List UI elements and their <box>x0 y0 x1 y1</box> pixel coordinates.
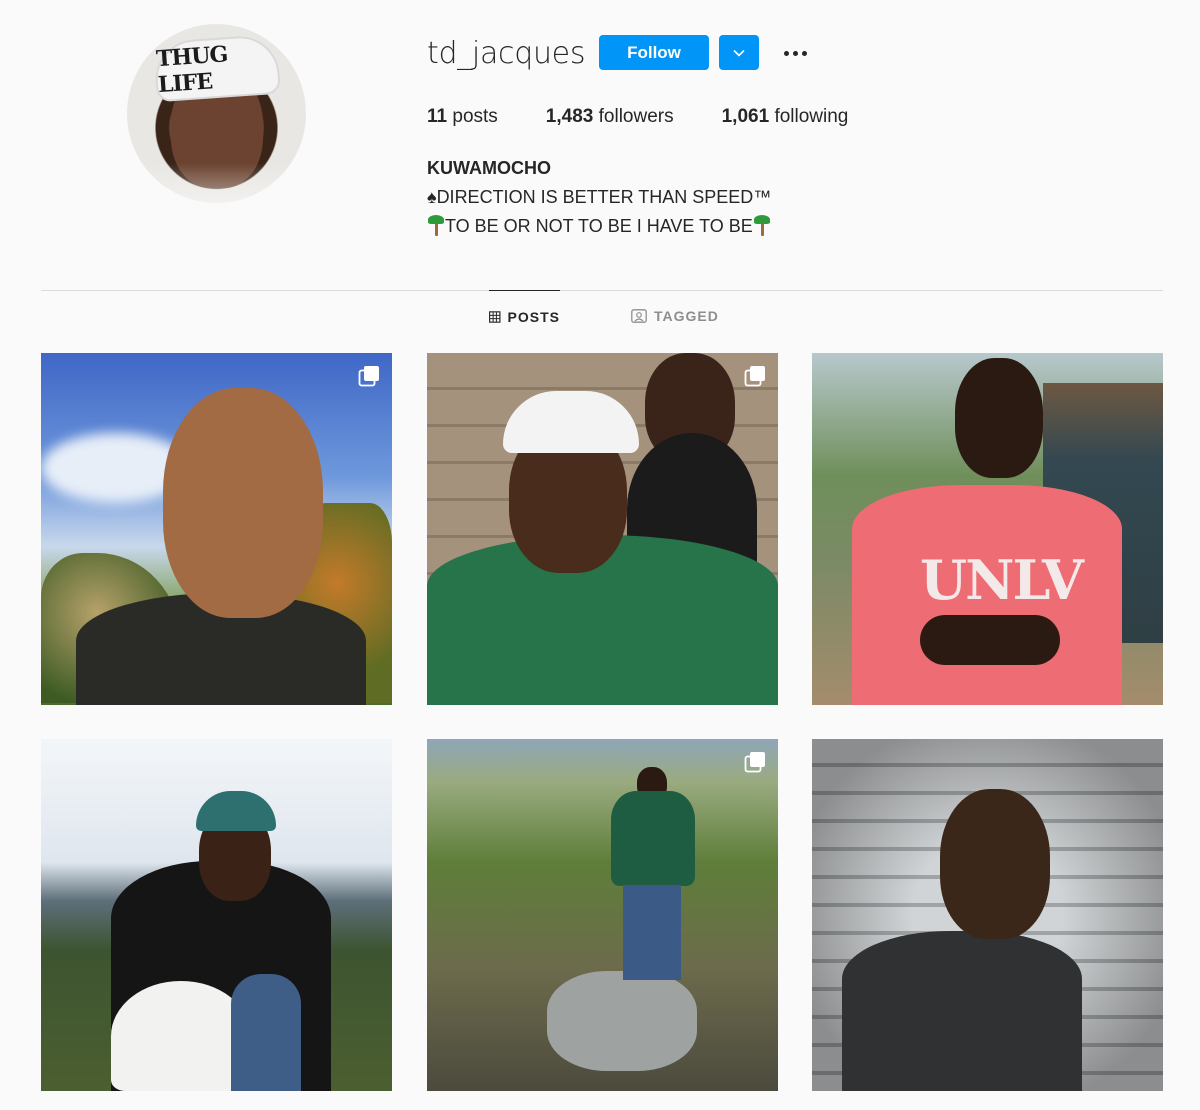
tab-tagged[interactable]: TAGGED <box>631 290 721 342</box>
post-shirt-text: UNLV <box>920 548 1084 612</box>
dot-icon <box>783 50 789 56</box>
follow-button[interactable]: Follow <box>599 35 709 70</box>
followers-link[interactable]: 1,483 followers <box>546 106 674 128</box>
post-thumbnail[interactable] <box>41 739 392 1091</box>
bio-line-1: ♠DIRECTION IS BETTER THAN SPEED™ <box>427 187 772 207</box>
multiple-photos-icon <box>744 366 765 387</box>
dot-icon <box>801 50 807 56</box>
avatar-cap-text: THUG LIFE <box>155 41 229 99</box>
following-link[interactable]: 1,061 following <box>722 106 849 128</box>
profile-bio: KUWAMOCHO ♠DIRECTION IS BETTER THAN SPEE… <box>427 154 771 241</box>
tag-person-icon <box>631 309 647 323</box>
tab-posts-label: POSTS <box>507 308 560 325</box>
chevron-down-icon <box>733 49 745 57</box>
posts-grid: UNLV <box>41 353 1163 1091</box>
palm-tree-icon <box>427 214 445 236</box>
posts-count: 11 posts <box>427 106 498 127</box>
section-divider <box>41 290 1163 291</box>
profile-stats: 11 posts 1,483 followers 1,061 following <box>427 106 896 128</box>
more-options-button[interactable] <box>776 36 814 70</box>
tab-posts[interactable]: POSTS <box>489 290 560 342</box>
suggested-accounts-dropdown-button[interactable] <box>719 35 759 70</box>
bio-line-2: TO BE OR NOT TO BE I HAVE TO BE <box>427 212 771 241</box>
avatar-cap: THUG LIFE <box>153 33 281 103</box>
profile-full-name: KUWAMOCHO <box>427 158 551 178</box>
multiple-photos-icon <box>744 752 765 773</box>
multiple-photos-icon <box>358 366 379 387</box>
post-thumbnail[interactable]: UNLV <box>812 353 1163 705</box>
profile-username: td_jacques <box>427 36 586 71</box>
profile-avatar[interactable]: THUG LIFE <box>127 24 306 203</box>
tab-tagged-label: TAGGED <box>654 308 719 324</box>
post-thumbnail[interactable] <box>41 353 392 705</box>
dot-icon <box>792 50 798 56</box>
post-thumbnail[interactable] <box>426 353 778 705</box>
palm-tree-icon <box>753 214 771 236</box>
post-thumbnail[interactable] <box>426 739 778 1091</box>
grid-icon <box>489 310 501 323</box>
post-thumbnail[interactable] <box>812 739 1163 1091</box>
